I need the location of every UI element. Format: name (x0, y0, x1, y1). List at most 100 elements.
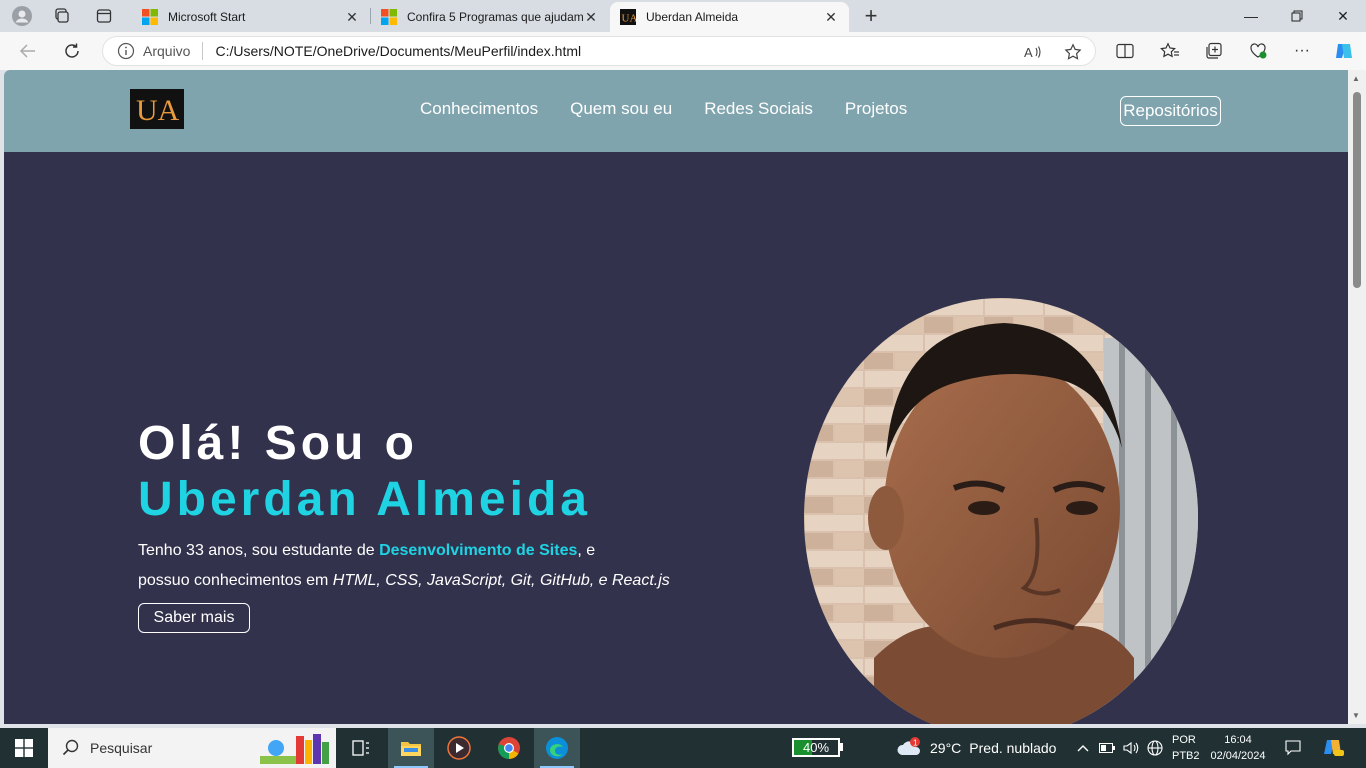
scrollbar-thumb[interactable] (1353, 92, 1361, 288)
ua-logo-icon: UA (620, 9, 636, 25)
tab-title: Confira 5 Programas que ajudam (407, 10, 583, 24)
tab-title: Uberdan Almeida (646, 10, 739, 24)
minimize-button[interactable]: — (1228, 0, 1274, 32)
favorite-star-icon[interactable] (1063, 42, 1083, 62)
scroll-down-icon[interactable]: ▼ (1352, 711, 1360, 720)
weather-widget[interactable]: 1 29°C Pred. nublado (896, 728, 1056, 768)
site-logo[interactable]: UA (130, 89, 184, 129)
saber-mais-button[interactable]: Saber mais (138, 603, 250, 633)
restore-button[interactable] (1274, 0, 1320, 32)
profile-icon[interactable] (8, 4, 36, 28)
read-aloud-icon[interactable]: A (1023, 42, 1043, 62)
browser-toolbar: Arquivo C:/Users/NOTE/OneDrive/Documents… (0, 32, 1366, 70)
nav-link-projetos[interactable]: Projetos (845, 99, 907, 119)
tab-microsoft-start[interactable]: Microsoft Start ✕ (132, 2, 370, 32)
security-label: Arquivo (143, 43, 191, 59)
url-text[interactable]: C:/Users/NOTE/OneDrive/Documents/MeuPerf… (215, 43, 581, 59)
microsoft-logo-icon (381, 9, 397, 25)
battery-percent: 40% (802, 740, 830, 755)
keyboard-layout: PTB2 (1172, 750, 1200, 762)
hero-description: Tenho 33 anos, sou estudante de Desenvol… (138, 536, 718, 596)
logo-text: UA (136, 94, 179, 125)
nav-link-redes-sociais[interactable]: Redes Sociais (704, 99, 813, 119)
page-viewport: UA Conhecimentos Quem sou eu Redes Socia… (4, 70, 1348, 724)
address-divider (202, 42, 204, 60)
favorites-icon[interactable] (1158, 40, 1182, 62)
close-tab-icon[interactable]: ✕ (823, 9, 839, 25)
task-view-icon (352, 740, 369, 756)
copilot-taskbar-icon[interactable] (1322, 738, 1344, 758)
info-icon[interactable] (117, 42, 135, 60)
tab-uberdan-almeida[interactable]: UA Uberdan Almeida ✕ (610, 2, 849, 32)
temperature: 29°C (930, 740, 962, 756)
svg-text:A: A (1024, 45, 1033, 60)
input-language[interactable]: POR PTB2 (1172, 732, 1200, 764)
tab-programas[interactable]: Confira 5 Programas que ajudam ✕ (371, 2, 609, 32)
folder-icon (401, 742, 421, 756)
edge-icon (546, 737, 568, 759)
refresh-button[interactable] (58, 38, 86, 64)
volume-icon[interactable] (1122, 740, 1140, 756)
repositorios-button[interactable]: Repositórios (1120, 96, 1221, 126)
back-button[interactable] (14, 38, 42, 64)
battery-indicator[interactable]: 40% (792, 738, 840, 757)
weather-condition: Pred. nublado (969, 740, 1057, 756)
search-highlight-books-icon (260, 734, 329, 764)
address-bar[interactable]: Arquivo C:/Users/NOTE/OneDrive/Documents… (102, 36, 1096, 66)
clock-date: 02/04/2024 (1210, 750, 1266, 762)
close-window-button[interactable]: ✕ (1320, 0, 1366, 32)
ua-logo-icon: UA (136, 94, 179, 125)
nav-link-conhecimentos[interactable]: Conhecimentos (420, 99, 538, 119)
windows-logo-icon (15, 739, 33, 757)
chrome-icon (498, 737, 520, 759)
clock-time: 16:04 (1224, 734, 1252, 746)
media-player-icon (447, 736, 471, 760)
hero-section: Olá! Sou o Uberdan Almeida Tenho 33 anos… (4, 152, 1348, 724)
tab-title: Microsoft Start (168, 10, 246, 24)
workspaces-icon[interactable] (48, 4, 76, 28)
cloud-rain-icon: 1 (897, 737, 920, 755)
desc-text: , e (577, 542, 596, 559)
file-explorer-app[interactable] (388, 728, 434, 768)
desc-text: Tenho 33 anos, sou estudante de (138, 542, 380, 559)
page-scrollbar[interactable]: ▲ ▼ (1348, 70, 1366, 724)
battery-tray-icon[interactable] (1098, 740, 1116, 756)
copilot-icon[interactable] (1332, 40, 1356, 62)
tab-actions-icon[interactable] (90, 4, 118, 28)
taskbar: Pesquisar 40% 1 29°C Pred. nublado POR P… (0, 728, 1366, 768)
site-header: UA Conhecimentos Quem sou eu Redes Socia… (4, 70, 1348, 152)
microsoft-logo-icon (142, 9, 158, 25)
tab-strip: Microsoft Start ✕ Confira 5 Programas qu… (0, 0, 1366, 32)
close-tab-icon[interactable]: ✕ (344, 9, 360, 25)
media-player-app[interactable] (436, 728, 482, 768)
notifications-icon[interactable] (1284, 740, 1302, 756)
main-nav: Conhecimentos Quem sou eu Redes Sociais … (420, 99, 907, 119)
new-tab-button[interactable]: + (858, 3, 884, 28)
windows-start-button[interactable] (0, 728, 48, 768)
chrome-app[interactable] (486, 728, 532, 768)
chevron-up-icon[interactable] (1074, 740, 1092, 756)
clock[interactable]: 16:04 02/04/2024 (1206, 732, 1270, 764)
network-globe-icon[interactable] (1146, 740, 1164, 756)
battery-nub (840, 743, 843, 751)
scroll-up-icon[interactable]: ▲ (1352, 74, 1360, 83)
hero-name: Uberdan Almeida (138, 473, 591, 526)
nav-link-quem-sou-eu[interactable]: Quem sou eu (570, 99, 672, 119)
task-view-button[interactable] (338, 728, 384, 768)
profile-photo (804, 298, 1198, 724)
weather-badge: 1 (913, 739, 918, 748)
desc-text: possuo conhecimentos em (138, 572, 333, 589)
close-tab-icon[interactable]: ✕ (583, 9, 599, 25)
search-placeholder: Pesquisar (90, 740, 153, 756)
collections-icon[interactable] (1202, 40, 1226, 62)
desc-highlight: Desenvolvimento de Sites (379, 542, 578, 559)
browser-essentials-icon[interactable] (1246, 40, 1270, 62)
language-code: POR (1172, 734, 1196, 746)
more-menu-icon[interactable]: ··· (1290, 40, 1314, 62)
hero-greeting: Olá! Sou o (138, 417, 418, 470)
taskbar-search[interactable]: Pesquisar (48, 728, 336, 768)
edge-app[interactable] (534, 728, 580, 768)
search-icon (62, 739, 79, 756)
split-screen-icon[interactable] (1113, 40, 1137, 62)
desc-technologies: HTML, CSS, JavaScript, Git, GitHub, e Re… (332, 572, 670, 589)
